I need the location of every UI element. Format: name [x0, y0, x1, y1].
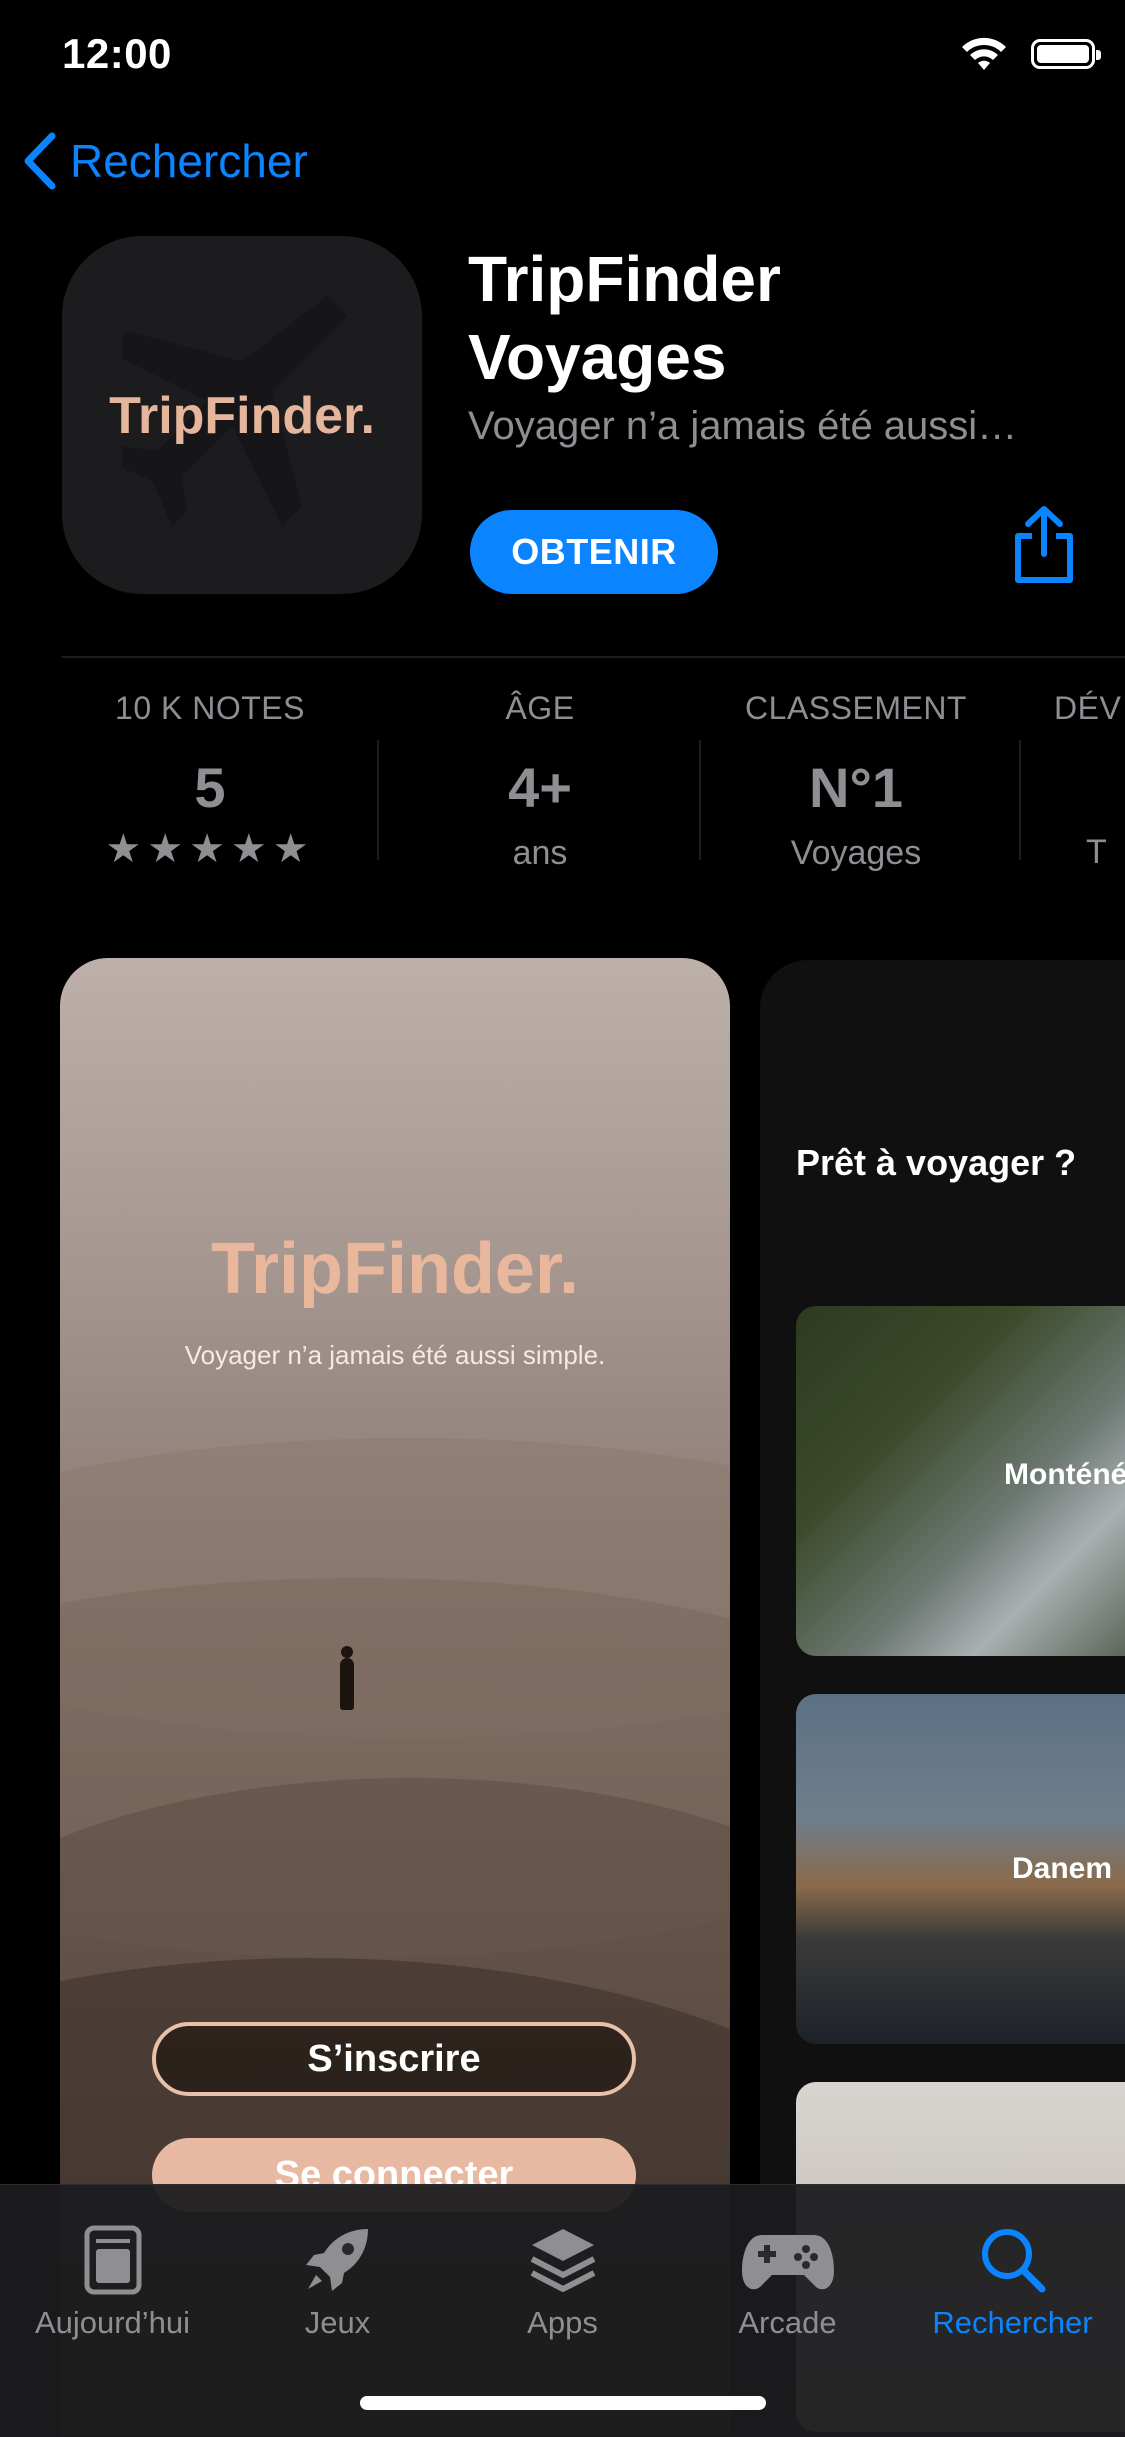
tab-arcade[interactable]: Arcade [675, 2205, 900, 2341]
info-separator [1019, 740, 1021, 860]
destination-card: Danem [796, 1694, 1125, 2044]
info-developer-label: DÉV [1054, 690, 1122, 726]
hiker-figure [340, 1658, 354, 1710]
tab-today[interactable]: Aujourd’hui [0, 2205, 225, 2341]
info-age-label: ÂGE [505, 690, 575, 726]
app-subtitle: Voyager n’a jamais été aussi… [468, 404, 1018, 448]
share-icon[interactable] [1012, 506, 1076, 584]
gamepad-icon [741, 2235, 834, 2290]
info-separator [377, 740, 379, 860]
divider [62, 656, 1125, 658]
info-chart[interactable]: CLASSEMENT N°1 Voyages [696, 690, 1016, 873]
signup-button: S’inscrire [152, 2022, 636, 2096]
app-title: TripFinder Voyages [468, 240, 1068, 396]
status-time: 12:00 [62, 30, 172, 77]
tab-today-label: Aujourd’hui [34, 2305, 191, 2340]
wifi-icon [962, 37, 1006, 70]
tab-search-label: Rechercher [932, 2305, 1093, 2340]
search-icon [981, 2229, 1045, 2293]
get-button[interactable]: OBTENIR [470, 510, 718, 594]
tab-apps[interactable]: Apps [450, 2205, 675, 2341]
app-title-line2: Voyages [468, 321, 727, 393]
app-icon-logo-text: TripFinder. [109, 387, 375, 445]
screenshot-1-tagline: Voyager n’a jamais été aussi simple. [184, 1340, 606, 1370]
info-ratings-value: 5 [194, 756, 226, 819]
chevron-left-icon [24, 132, 56, 190]
info-ratings-label: 10 K NOTES [115, 690, 305, 726]
app-icon: TripFinder. [62, 236, 422, 594]
info-age-value: 4+ [508, 756, 572, 819]
back-label: Rechercher [70, 135, 308, 187]
layers-icon [530, 2229, 595, 2292]
info-chart-sub: Voyages [790, 834, 922, 872]
back-button[interactable]: Rechercher [22, 132, 308, 190]
tab-games-label: Jeux [304, 2305, 371, 2340]
info-age[interactable]: ÂGE 4+ ans [380, 690, 700, 873]
hiker-figure [341, 1646, 353, 1658]
screenshot-1-title: TripFinder. [210, 1229, 580, 1309]
screenshot-2-heading: Prêt à voyager ? [796, 1142, 1077, 1183]
rating-stars: ★★★★★ [105, 827, 315, 871]
status-icons [959, 36, 1101, 72]
app-title-line1: TripFinder [468, 243, 781, 315]
home-indicator [360, 2396, 766, 2410]
tab-apps-label: Apps [527, 2305, 598, 2340]
info-developer-sub: T [1086, 833, 1107, 871]
info-ratings[interactable]: 10 K NOTES 5 ★★★★★ [50, 690, 370, 872]
info-developer[interactable]: DÉV T [1054, 690, 1125, 872]
info-age-sub: ans [512, 834, 568, 872]
destination-card-label: Danem [1012, 1852, 1113, 1885]
destination-card-label: Monténé [1004, 1458, 1125, 1491]
rocket-icon [305, 2229, 368, 2291]
tab-search[interactable]: Rechercher [900, 2205, 1125, 2341]
info-developer-value [1054, 755, 1125, 819]
info-chart-label: CLASSEMENT [745, 690, 967, 726]
tab-games[interactable]: Jeux [225, 2205, 450, 2341]
tab-arcade-label: Arcade [738, 2305, 837, 2340]
today-icon [84, 2225, 141, 2295]
battery-icon [1031, 39, 1101, 69]
info-chart-value: N°1 [809, 756, 903, 819]
destination-card: Monténé [796, 1306, 1125, 1656]
